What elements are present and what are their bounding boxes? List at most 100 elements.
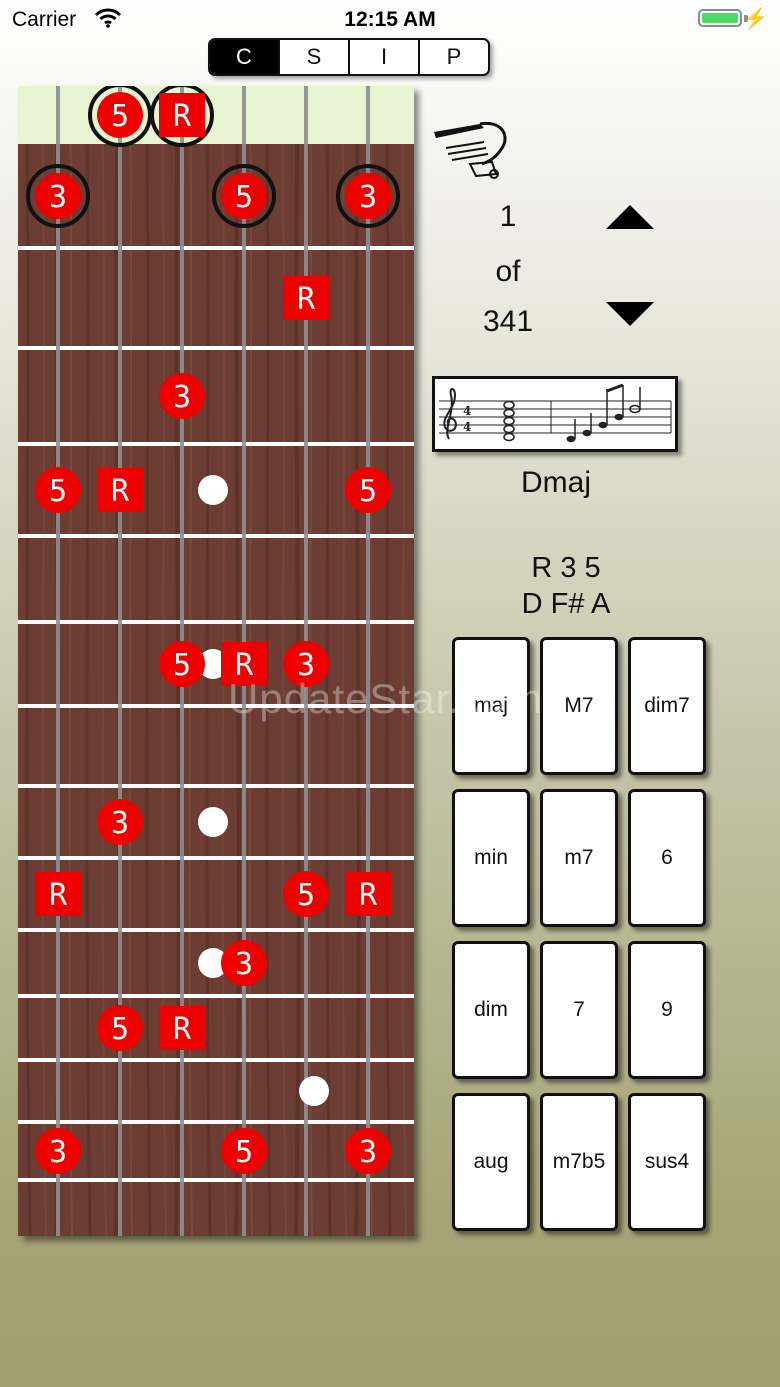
chord-tone-label: 3 — [49, 1135, 67, 1170]
quality-button-9[interactable]: 9 — [628, 941, 706, 1079]
fret-inlay-dot — [299, 1076, 329, 1106]
chord-tone-label: 3 — [49, 180, 67, 215]
fret-inlay-dot — [198, 807, 228, 837]
fret-wire — [18, 442, 414, 446]
chord-tone-label: R — [173, 1012, 192, 1047]
position-total: 341 — [482, 305, 534, 338]
chord-tone-marker[interactable]: 3 — [159, 373, 205, 419]
chord-tone-marker[interactable]: 5 — [221, 1128, 267, 1174]
fret-wire — [18, 856, 414, 860]
chord-tone-marker[interactable]: 3 — [283, 641, 329, 687]
segment-i[interactable]: I — [348, 40, 418, 74]
chord-tone-marker[interactable]: R — [150, 86, 214, 147]
chord-tone-marker[interactable]: 5 — [159, 641, 205, 687]
capo-icon[interactable] — [432, 118, 512, 182]
chord-tone-marker[interactable]: 5 — [35, 467, 81, 513]
quality-button-7[interactable]: 7 — [540, 941, 618, 1079]
quality-button-min[interactable]: min — [452, 789, 530, 927]
chord-tone-label: 3 — [235, 947, 253, 982]
chord-tone-label: 3 — [173, 380, 191, 415]
quality-button-6[interactable]: 6 — [628, 789, 706, 927]
chord-intervals: R 3 5 — [531, 552, 601, 584]
position-current: 1 — [499, 200, 517, 233]
fret-wire — [18, 534, 414, 538]
fretboard-wood — [18, 144, 414, 1236]
chord-tone-label: 5 — [173, 648, 191, 683]
chord-tone-marker[interactable]: 5 — [88, 86, 152, 147]
chord-staff-notation[interactable]: 4 4 — [432, 376, 678, 452]
chord-name: Dmaj — [520, 466, 591, 499]
chord-tone-marker[interactable]: 3 — [336, 164, 400, 228]
chord-formula: R 3 5 D F# A — [456, 550, 676, 622]
quality-button-dim[interactable]: dim — [452, 941, 530, 1079]
chord-tone-marker[interactable]: 3 — [35, 1128, 81, 1174]
svg-text:4: 4 — [463, 420, 471, 434]
fret-wire — [18, 704, 414, 708]
chord-tone-marker[interactable]: 3 — [345, 1128, 391, 1174]
fretboard-nut — [18, 86, 414, 144]
position-of-label: of — [495, 255, 521, 288]
quality-button-M7[interactable]: M7 — [540, 637, 618, 775]
chord-tone-label: 5 — [235, 1135, 253, 1170]
quality-button-aug[interactable]: aug — [452, 1093, 530, 1231]
fretboard[interactable]: 5 R 3 5 3 R 3 5 R 5 5 R 3 3 R 5 R 3 5 R 3 5 3 — [18, 86, 414, 1236]
chord-tone-label: R — [49, 878, 68, 913]
fret-wire — [18, 928, 414, 932]
segment-c[interactable]: C — [210, 40, 278, 74]
fretboard-diagram: 5 R 3 5 3 R 3 5 R 5 5 R 3 3 R 5 R 3 5 R 3 5 3 — [18, 86, 414, 1236]
chord-tone-marker[interactable]: 3 — [26, 164, 90, 228]
chord-tone-label: 3 — [359, 1135, 377, 1170]
chord-tone-marker[interactable]: R — [345, 872, 391, 916]
chord-tone-marker[interactable]: 3 — [97, 799, 143, 845]
fret-wire — [18, 1058, 414, 1062]
guitar-string — [118, 86, 122, 1236]
chord-tone-label: R — [235, 648, 254, 683]
quality-button-m7[interactable]: m7 — [540, 789, 618, 927]
fret-wire — [18, 784, 414, 788]
chord-tone-label: 5 — [111, 1012, 129, 1047]
chord-tone-label: 3 — [111, 806, 129, 841]
chord-tone-label: 5 — [49, 474, 67, 509]
chord-tone-marker[interactable]: 5 — [283, 871, 329, 917]
chord-tone-marker[interactable]: 3 — [221, 940, 267, 986]
chord-tone-label: R — [297, 282, 316, 317]
segment-s[interactable]: S — [278, 40, 348, 74]
chord-tone-marker[interactable]: 5 — [212, 164, 276, 228]
chord-tone-marker[interactable]: R — [97, 468, 143, 512]
chord-tone-marker[interactable]: 5 — [345, 467, 391, 513]
battery-icon — [698, 9, 742, 27]
chord-tone-label: 5 — [235, 180, 253, 215]
chord-tone-marker[interactable]: R — [283, 276, 329, 320]
next-position-arrow-icon[interactable] — [606, 302, 654, 326]
quality-button-m7b5[interactable]: m7b5 — [540, 1093, 618, 1231]
chord-tone-label: R — [173, 99, 192, 134]
fret-wire — [18, 620, 414, 624]
chord-notes: D F# A — [521, 588, 611, 620]
status-bar: Carrier 12:15 AM ⚡ — [0, 0, 780, 40]
chord-tone-marker[interactable]: R — [159, 1006, 205, 1050]
fret-wire — [18, 994, 414, 998]
view-mode-segmented-control: C S I P — [208, 38, 490, 76]
chord-tone-marker[interactable]: R — [221, 642, 267, 686]
quality-button-maj[interactable]: maj — [452, 637, 530, 775]
guitar-string — [56, 86, 60, 1236]
segment-p[interactable]: P — [418, 40, 488, 74]
chord-tone-marker[interactable]: 5 — [97, 1005, 143, 1051]
guitar-string — [366, 86, 370, 1236]
chord-tone-marker[interactable]: R — [35, 872, 81, 916]
chord-tone-label: 3 — [359, 180, 377, 215]
staff-music-icon: 4 4 — [439, 383, 672, 443]
svg-text:4: 4 — [463, 404, 471, 418]
chord-tone-label: R — [359, 878, 378, 913]
chord-quality-grid: maj M7 dim7 min m7 6 dim 7 9 aug m7b5 su… — [452, 637, 708, 1231]
quality-button-dim7[interactable]: dim7 — [628, 637, 706, 775]
previous-position-arrow-icon[interactable] — [606, 205, 654, 229]
clock: 12:15 AM — [344, 8, 436, 31]
fret-wire — [18, 346, 414, 350]
fret-wire — [18, 1178, 414, 1182]
chord-tone-label: 3 — [297, 648, 315, 683]
charging-bolt-icon: ⚡ — [743, 8, 768, 30]
fret-wire — [18, 1120, 414, 1124]
chord-tone-label: R — [111, 474, 130, 509]
quality-button-sus4[interactable]: sus4 — [628, 1093, 706, 1231]
